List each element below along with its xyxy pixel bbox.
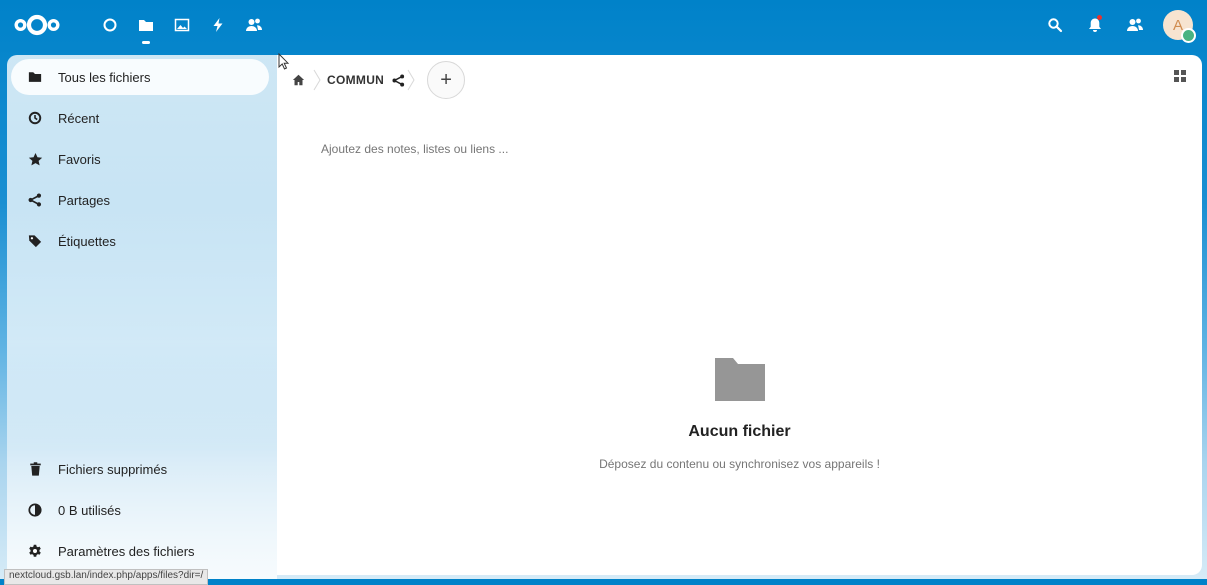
share-folder-button[interactable] <box>392 73 405 87</box>
sidebar-item-tags[interactable]: Étiquettes <box>11 223 269 259</box>
users-icon <box>1127 18 1143 31</box>
status-bar-url: nextcloud.gsb.lan/index.php/apps/files?d… <box>4 569 209 585</box>
empty-title: Aucun fichier <box>688 423 791 440</box>
sidebar: Tous les fichiers Récent Favoris Partage… <box>7 55 277 579</box>
search-icon <box>1048 18 1063 33</box>
chevron-right-icon <box>313 69 321 91</box>
user-avatar[interactable]: A <box>1163 10 1196 43</box>
folder-icon <box>139 20 153 31</box>
sidebar-item-favorites[interactable]: Favoris <box>11 141 269 177</box>
home-icon <box>292 74 304 86</box>
online-status-badge <box>1181 28 1196 43</box>
breadcrumb-folder[interactable]: COMMUN <box>327 73 384 87</box>
breadcrumb-separator <box>307 60 327 100</box>
sidebar-item-deleted-files[interactable]: Fichiers supprimés <box>11 451 269 487</box>
unified-search-button[interactable] <box>1037 0 1073 50</box>
app-navigation <box>92 0 272 50</box>
sidebar-item-recent[interactable]: Récent <box>11 100 269 136</box>
circle-icon <box>103 18 117 32</box>
breadcrumb: COMMUN + <box>289 60 466 100</box>
header-actions: A <box>1037 0 1196 50</box>
nextcloud-logo[interactable] <box>14 14 60 36</box>
pie-icon <box>15 503 55 517</box>
users-icon <box>246 18 262 31</box>
contacts-menu-button[interactable] <box>1117 0 1153 50</box>
new-item-button[interactable]: + <box>427 61 466 99</box>
sidebar-item-label: Paramètres des fichiers <box>58 543 195 559</box>
image-icon <box>174 18 190 32</box>
share-icon <box>392 73 405 87</box>
grid-icon <box>1174 70 1186 82</box>
lightning-icon <box>213 18 223 32</box>
app-activity[interactable] <box>200 0 236 50</box>
folder-icon <box>15 70 55 84</box>
sidebar-item-label: Favoris <box>58 151 101 167</box>
share-icon <box>15 193 55 207</box>
sidebar-item-label: Fichiers supprimés <box>58 461 168 477</box>
clock-icon <box>15 111 55 125</box>
mouse-cursor-icon <box>278 53 290 70</box>
chevron-right-icon <box>407 69 415 91</box>
sidebar-item-all-files[interactable]: Tous les fichiers <box>11 59 269 95</box>
sidebar-item-label: 0 B utilisés <box>58 502 121 518</box>
tag-icon <box>15 234 55 248</box>
gear-icon <box>15 544 55 558</box>
sidebar-item-label: Partages <box>58 192 111 208</box>
notifications-button[interactable] <box>1077 0 1113 50</box>
app-dashboard[interactable] <box>92 0 128 50</box>
star-icon <box>15 152 55 167</box>
empty-content: Aucun fichier Déposez du contenu ou sync… <box>277 355 1202 471</box>
sidebar-item-label: Tous les fichiers <box>58 69 151 85</box>
app-files[interactable] <box>128 0 164 50</box>
breadcrumb-home[interactable] <box>289 74 307 86</box>
sidebar-item-shares[interactable]: Partages <box>11 182 269 218</box>
app-contacts[interactable] <box>236 0 272 50</box>
empty-description: Déposez du contenu ou synchronisez vos a… <box>599 457 880 471</box>
files-main-content: COMMUN + Ajoutez des notes, listes ou li… <box>277 55 1202 575</box>
rich-workspace-notes[interactable]: Ajoutez des notes, listes ou liens ... <box>321 142 508 156</box>
sidebar-item-files-settings[interactable]: Paramètres des fichiers <box>11 533 269 569</box>
grid-view-toggle[interactable] <box>1174 69 1186 87</box>
folder-icon <box>714 358 765 401</box>
breadcrumb-separator <box>405 60 417 100</box>
app-photos[interactable] <box>164 0 200 50</box>
top-header: A <box>0 0 1207 50</box>
sidebar-item-quota: 0 B utilisés <box>11 492 269 528</box>
trash-icon <box>15 462 55 476</box>
sidebar-item-label: Récent <box>58 110 100 126</box>
notification-badge <box>1097 15 1102 20</box>
sidebar-item-label: Étiquettes <box>58 233 116 249</box>
